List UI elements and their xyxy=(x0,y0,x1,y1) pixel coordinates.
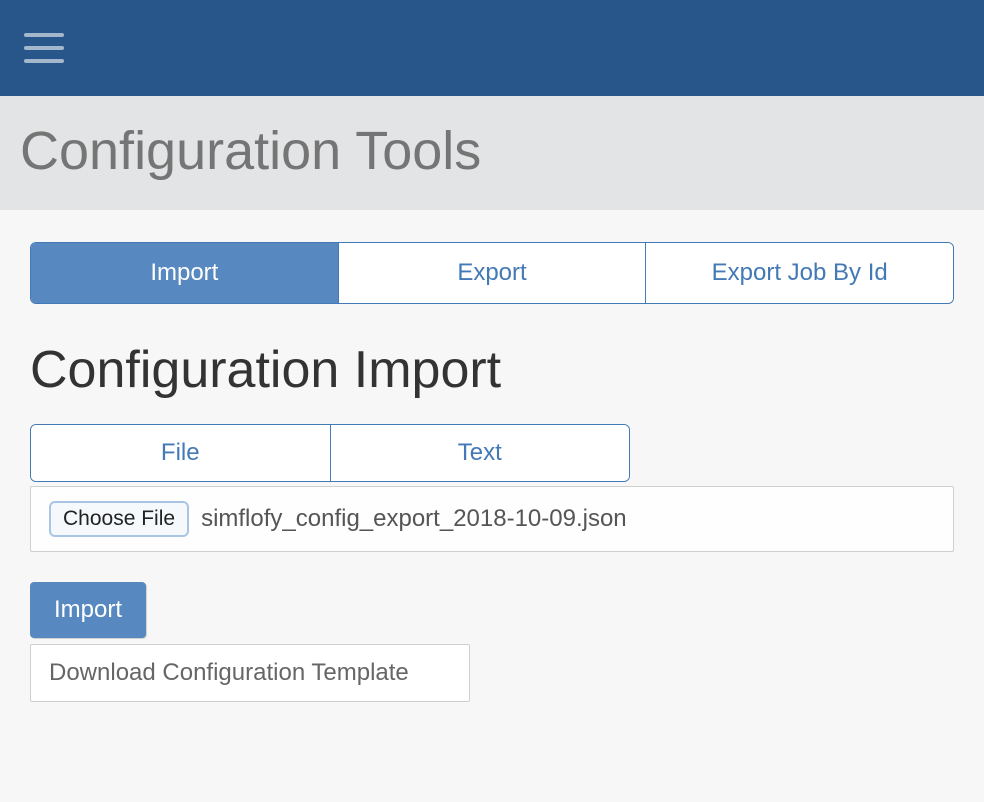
main-content: Import Export Export Job By Id Configura… xyxy=(0,210,984,702)
download-template-button[interactable]: Download Configuration Template xyxy=(30,644,470,702)
top-nav-bar xyxy=(0,0,984,96)
file-input-row: Choose File simflofy_config_export_2018-… xyxy=(30,486,954,552)
selected-file-name: simflofy_config_export_2018-10-09.json xyxy=(201,505,627,533)
tab-export[interactable]: Export xyxy=(339,243,647,303)
import-button[interactable]: Import xyxy=(30,582,146,638)
section-heading: Configuration Import xyxy=(30,340,954,400)
main-tab-group: Import Export Export Job By Id xyxy=(30,242,954,304)
sub-tab-text[interactable]: Text xyxy=(331,425,630,481)
tab-import[interactable]: Import xyxy=(31,243,339,303)
page-title-bar: Configuration Tools xyxy=(0,96,984,210)
page-title: Configuration Tools xyxy=(20,120,964,182)
hamburger-menu-icon[interactable] xyxy=(24,33,64,63)
sub-tab-file[interactable]: File xyxy=(31,425,331,481)
choose-file-button[interactable]: Choose File xyxy=(49,501,189,537)
tab-export-job-by-id[interactable]: Export Job By Id xyxy=(646,243,953,303)
import-mode-tab-group: File Text xyxy=(30,424,630,482)
